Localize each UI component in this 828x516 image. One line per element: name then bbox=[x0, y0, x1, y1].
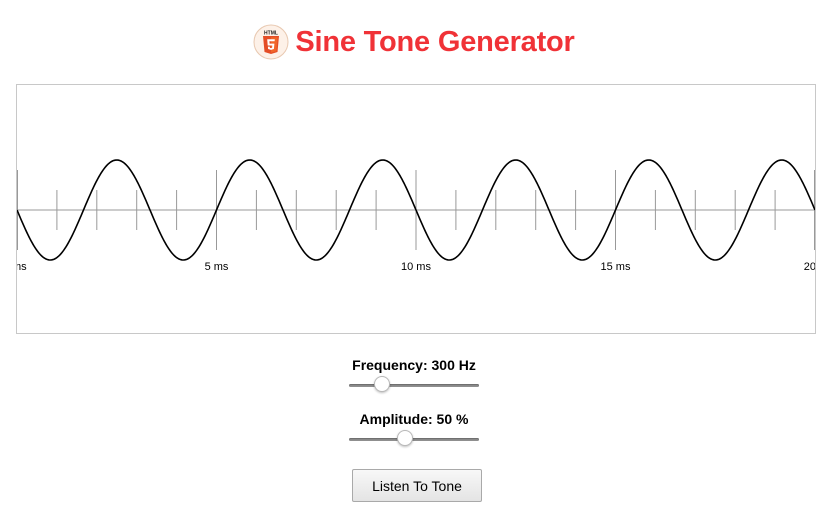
frequency-slider[interactable] bbox=[349, 376, 479, 394]
frequency-slider-thumb[interactable] bbox=[373, 376, 390, 392]
frequency-control: Frequency: 300 Hz bbox=[0, 357, 828, 394]
amplitude-slider[interactable] bbox=[349, 430, 479, 448]
time-tick-label: 10 ms bbox=[401, 261, 431, 273]
amplitude-label: Amplitude: 50 % bbox=[359, 411, 469, 427]
svg-text:HTML: HTML bbox=[264, 31, 278, 37]
page-header: HTML Sine Tone Generator bbox=[0, 22, 828, 62]
amplitude-slider-track[interactable] bbox=[349, 438, 479, 441]
waveform-canvas: ms 5 ms 10 ms 15 ms 20 bbox=[17, 159, 815, 273]
frequency-label: Frequency: 300 Hz bbox=[352, 357, 476, 373]
waveform-display: ms 5 ms 10 ms 15 ms 20 bbox=[16, 84, 816, 334]
page-title: Sine Tone Generator bbox=[295, 25, 575, 58]
frequency-slider-track[interactable] bbox=[349, 384, 479, 387]
time-tick-label: 15 ms bbox=[601, 261, 631, 273]
time-tick-label: 20 bbox=[804, 261, 815, 273]
html5-logo-icon: HTML bbox=[253, 24, 289, 60]
listen-to-tone-button[interactable]: Listen To Tone bbox=[352, 469, 482, 502]
time-tick-label: 5 ms bbox=[205, 261, 229, 273]
time-tick-label: ms bbox=[17, 261, 27, 273]
amplitude-slider-thumb[interactable] bbox=[396, 430, 413, 446]
amplitude-control: Amplitude: 50 % bbox=[0, 411, 828, 448]
sine-tone-generator-page: HTML Sine Tone Generator ms 5 ms 10 ms 15 m… bbox=[0, 0, 828, 516]
time-axis-labels: ms 5 ms 10 ms 15 ms 20 bbox=[17, 261, 815, 273]
